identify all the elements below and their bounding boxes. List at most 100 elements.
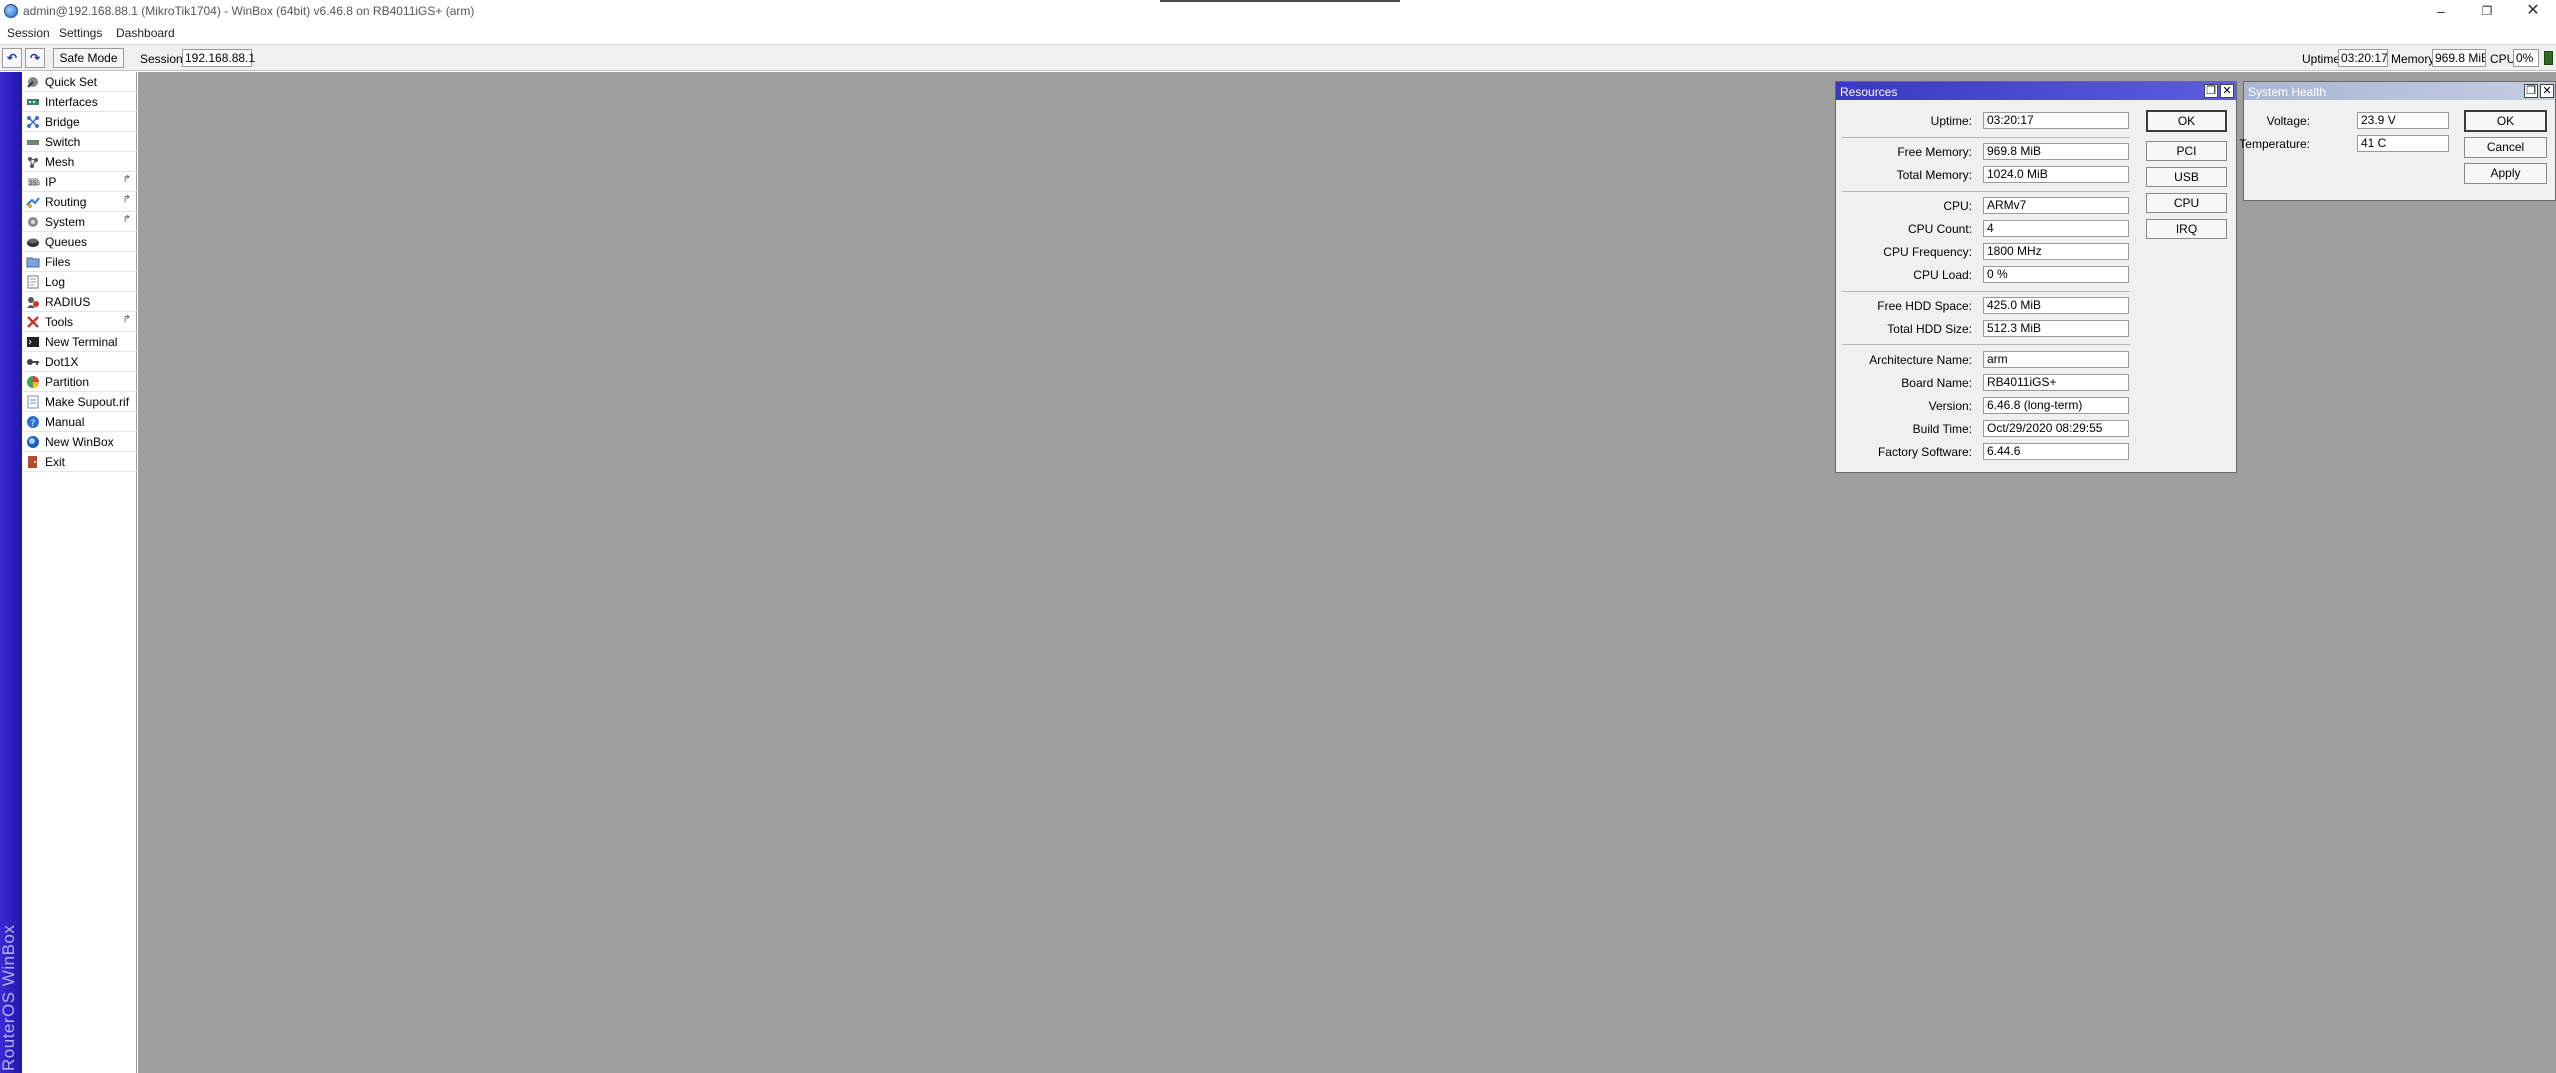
menu-settings[interactable]: Settings xyxy=(59,26,102,40)
sidebar-item-log[interactable]: Log xyxy=(22,272,137,292)
sidebar-item-label: Interfaces xyxy=(45,95,98,109)
ok-button[interactable]: OK xyxy=(2464,110,2547,132)
apply-button[interactable]: Apply xyxy=(2464,163,2547,184)
sidebar-item-interfaces[interactable]: Interfaces xyxy=(22,92,137,112)
temperature-label: Temperature: xyxy=(2239,137,2310,151)
svg-text:255: 255 xyxy=(29,180,40,187)
sidebar-item-exit[interactable]: Exit xyxy=(22,452,137,472)
submenu-arrow-icon: ↱ xyxy=(122,194,131,205)
restore-button[interactable]: ❐ xyxy=(2204,84,2218,98)
routing-icon xyxy=(26,197,40,208)
uptime-field[interactable]: 03:20:17 xyxy=(1983,112,2129,129)
version-field[interactable]: 6.46.8 (long-term) xyxy=(1983,397,2129,414)
status-uptime-value: 03:20:17 xyxy=(2338,49,2388,67)
status-memory-label: Memory: xyxy=(2391,52,2438,66)
uptime-label: Uptime: xyxy=(1930,114,1972,128)
sidebar-item-label: New Terminal xyxy=(45,335,118,349)
submenu-arrow-icon: ↱ xyxy=(122,214,131,225)
session-field[interactable]: 192.168.88.1 xyxy=(182,49,255,67)
cancel-button[interactable]: Cancel xyxy=(2464,137,2547,158)
sidebar-item-bridge[interactable]: Bridge xyxy=(22,112,137,132)
manual-icon: ? xyxy=(27,416,39,429)
sidebar-item-dot1x[interactable]: Dot1X xyxy=(22,352,137,372)
sidebar-item-system[interactable]: System ↱ xyxy=(22,212,137,232)
sidebar: Quick Set Interfaces Bridge Switch Mesh … xyxy=(22,72,137,1073)
voltage-label: Voltage: xyxy=(2266,114,2310,128)
sidebar-item-routing[interactable]: Routing ↱ xyxy=(22,192,137,212)
sidebar-item-ip[interactable]: 255 IP ↱ xyxy=(22,172,137,192)
cpu-load-field[interactable]: 0 % xyxy=(1983,266,2129,283)
cpu-button[interactable]: CPU xyxy=(2146,193,2227,213)
undo-button[interactable]: ↶ xyxy=(2,48,22,68)
sidebar-item-partition[interactable]: Partition xyxy=(22,372,137,392)
menu-session[interactable]: Session xyxy=(7,26,50,40)
separator xyxy=(1842,344,2130,345)
total-memory-field[interactable]: 1024.0 MiB xyxy=(1983,166,2129,183)
sidebar-item-label: RADIUS xyxy=(45,295,91,309)
menu-dashboard[interactable]: Dashboard xyxy=(116,26,175,40)
sidebar-item-new-winbox[interactable]: New WinBox xyxy=(22,432,137,452)
total-hdd-field[interactable]: 512.3 MiB xyxy=(1983,320,2129,337)
cpu-field[interactable]: ARMv7 xyxy=(1983,197,2129,214)
factory-software-field[interactable]: 6.44.6 xyxy=(1983,443,2129,460)
sidebar-item-label: Make Supout.rif xyxy=(45,395,130,409)
usb-button[interactable]: USB xyxy=(2146,167,2227,187)
radius-icon xyxy=(27,297,39,308)
system-icon xyxy=(28,217,38,227)
partition-icon xyxy=(27,376,39,388)
supout-icon xyxy=(27,395,39,409)
files-icon xyxy=(26,257,40,268)
temperature-field[interactable]: 41 C xyxy=(2357,135,2449,152)
cpu-count-label: CPU Count: xyxy=(1907,222,1972,236)
sidebar-item-files[interactable]: Files xyxy=(22,252,137,272)
cpu-frequency-label: CPU Frequency: xyxy=(1883,245,1972,259)
brand-text: RouterOS WinBox xyxy=(0,924,18,1071)
minimize-button[interactable]: – xyxy=(2418,2,2464,20)
sidebar-item-switch[interactable]: Switch xyxy=(22,132,137,152)
tools-icon xyxy=(27,316,39,328)
restore-button[interactable]: ❐ xyxy=(2524,84,2538,98)
cpu-count-field[interactable]: 4 xyxy=(1983,220,2129,237)
log-icon xyxy=(27,275,39,289)
winbox-app-icon xyxy=(4,4,18,18)
close-window-button[interactable]: ✕ xyxy=(2540,84,2554,98)
cpu-frequency-field[interactable]: 1800 MHz xyxy=(1983,243,2129,260)
close-button[interactable]: ✕ xyxy=(2510,2,2556,20)
free-hdd-label: Free HDD Space: xyxy=(1877,299,1972,313)
cpu-load-label: CPU Load: xyxy=(1913,268,1972,282)
terminal-icon xyxy=(27,337,39,347)
winbox-icon xyxy=(27,436,39,448)
safe-mode-button[interactable]: Safe Mode xyxy=(53,48,124,68)
sidebar-item-manual[interactable]: ? Manual xyxy=(22,412,137,432)
sidebar-item-new-terminal[interactable]: New Terminal xyxy=(22,332,137,352)
bridge-icon xyxy=(27,116,39,128)
sidebar-item-queues[interactable]: Queues xyxy=(22,232,137,252)
build-time-field[interactable]: Oct/29/2020 08:29:55 xyxy=(1983,420,2129,437)
voltage-field[interactable]: 23.9 V xyxy=(2357,112,2449,129)
arch-name-field[interactable]: arm xyxy=(1983,351,2129,368)
version-label: Version: xyxy=(1928,399,1972,413)
sidebar-item-make-supout[interactable]: Make Supout.rif xyxy=(22,392,137,412)
redo-button[interactable]: ↷ xyxy=(25,48,45,68)
sidebar-item-label: Bridge xyxy=(45,115,80,129)
queues-icon xyxy=(27,238,39,247)
total-memory-label: Total Memory: xyxy=(1896,168,1972,182)
free-hdd-field[interactable]: 425.0 MiB xyxy=(1983,297,2129,314)
free-memory-field[interactable]: 969.8 MiB xyxy=(1983,143,2129,160)
sidebar-item-mesh[interactable]: Mesh xyxy=(22,152,137,172)
sidebar-item-radius[interactable]: RADIUS xyxy=(22,292,137,312)
system-health-title-bar[interactable]: System Health ❐ ✕ xyxy=(2244,82,2555,100)
sidebar-item-label: Files xyxy=(45,255,71,269)
title-accent-line xyxy=(1160,0,1400,2)
close-window-button[interactable]: ✕ xyxy=(2220,84,2234,98)
irq-button[interactable]: IRQ xyxy=(2146,219,2227,239)
sidebar-item-quick-set[interactable]: Quick Set xyxy=(22,72,137,92)
ip-icon: 255 xyxy=(28,178,40,187)
maximize-button[interactable]: ❐ xyxy=(2464,2,2510,20)
separator xyxy=(1842,291,2130,292)
board-name-field[interactable]: RB4011iGS+ xyxy=(1983,374,2129,391)
system-health-title: System Health xyxy=(2248,85,2327,99)
sidebar-item-tools[interactable]: Tools ↱ xyxy=(22,312,137,332)
separator xyxy=(1842,137,2130,138)
resources-title-bar[interactable]: Resources ❐ ✕ xyxy=(1836,82,2236,100)
